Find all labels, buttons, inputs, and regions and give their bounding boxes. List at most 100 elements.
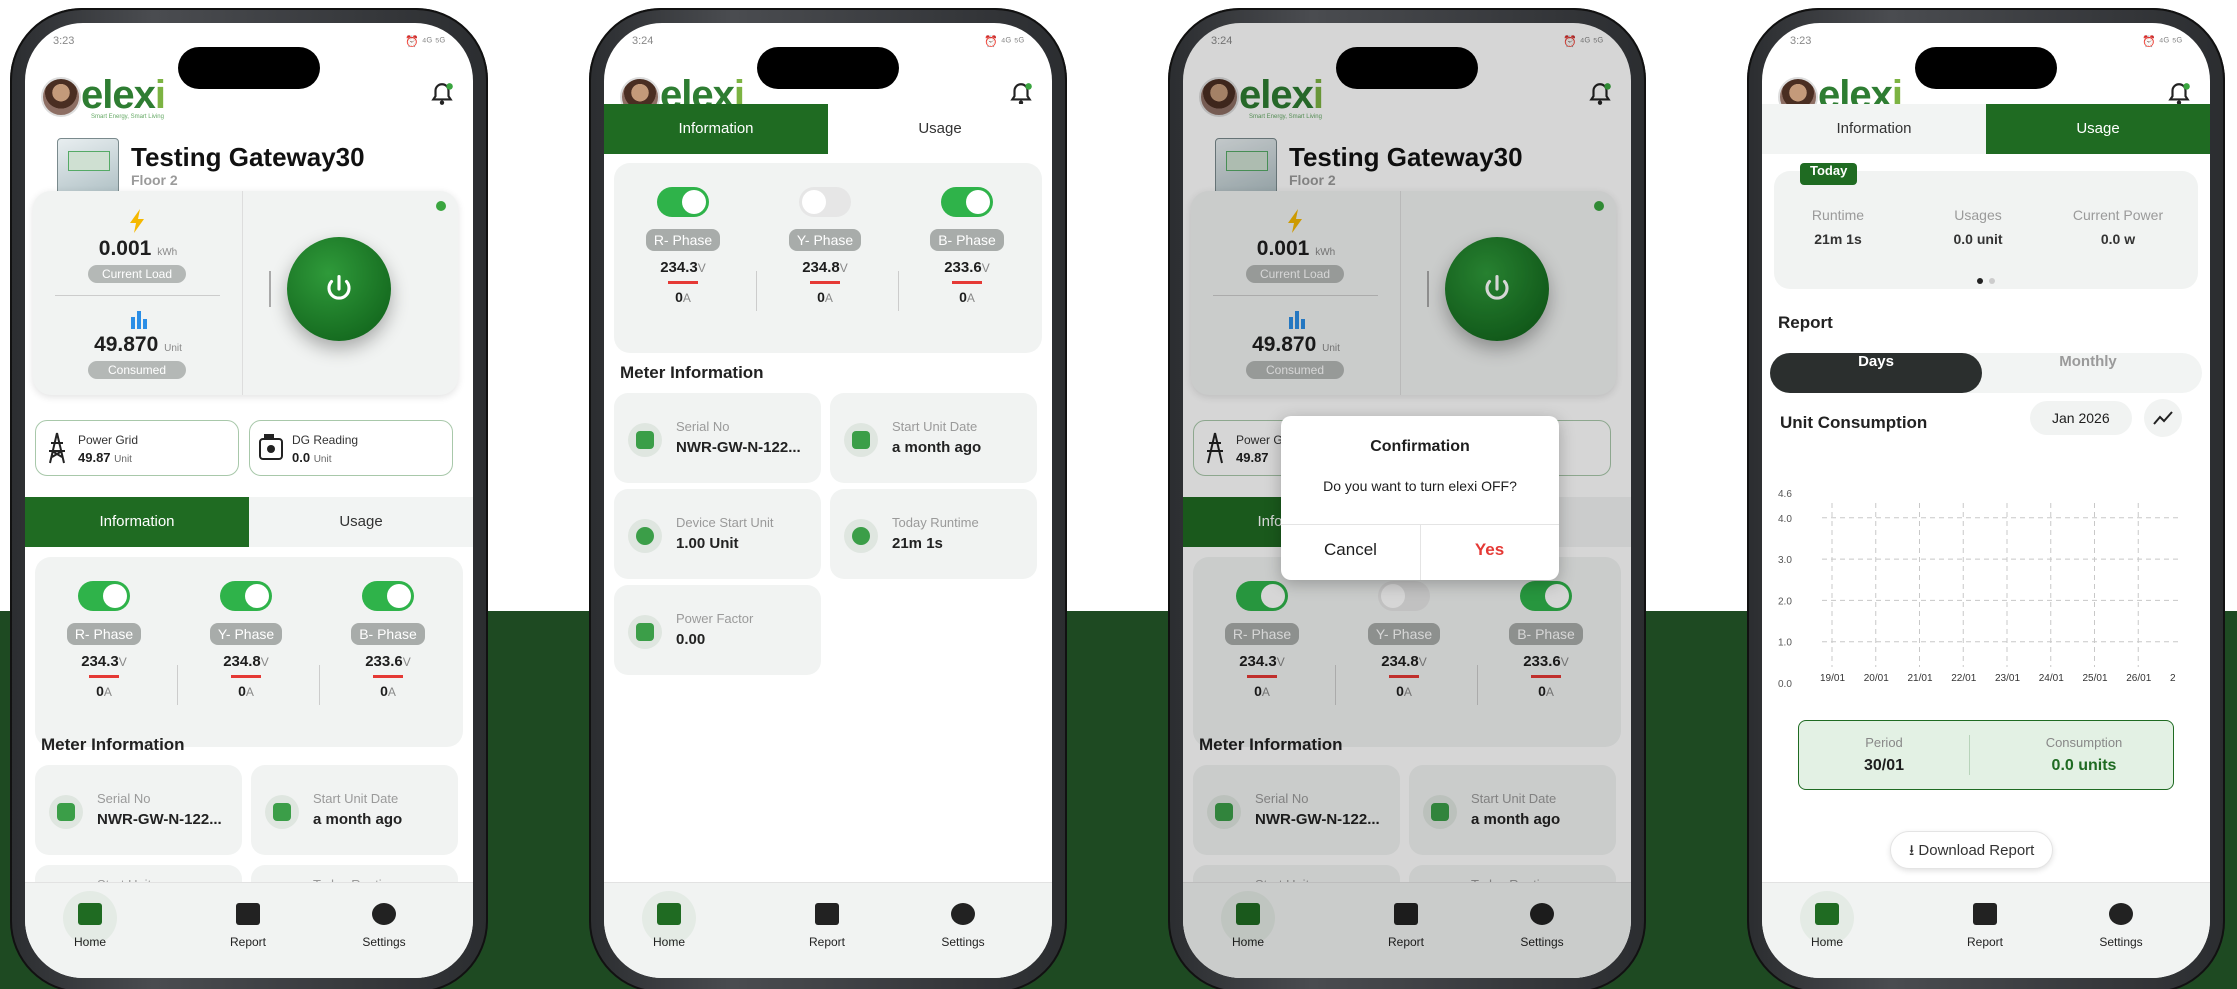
download-report-button[interactable]: ⭳ Download Report [1890,831,2054,869]
power-factor-card: Power Factor 0.00 [614,585,821,675]
y-tick-label: 4.0 [1778,514,1792,525]
y-tick-label: 0.0 [1778,679,1792,690]
notch [1915,47,2057,89]
today-runtime-card: Today Runtime 21m 1s [830,489,1037,579]
phase-r: R- Phase 234.3V 0A [618,187,748,305]
consumed-value: 49.870 Unit [94,333,182,356]
nav-report[interactable]: Report [782,903,872,949]
nav-settings[interactable]: Settings [918,903,1008,949]
y-tick-label: 1.0 [1778,638,1792,649]
bottom-nav: Home Report Settings [1762,882,2210,978]
phase-toggle[interactable] [220,581,272,611]
nav-report[interactable]: Report [1940,903,2030,949]
nav-settings[interactable]: Settings [339,903,429,949]
tab-information[interactable]: Information [25,497,249,547]
screen: 3:24⏰ ⁴ᴳ ⁵ᴳ elexi Smart Energy, Smart Li… [604,23,1052,978]
tab-information[interactable]: Information [1762,104,1986,154]
device-name: Testing Gateway30 [131,142,365,172]
notch [1336,47,1478,89]
tab-usage[interactable]: Usage [249,497,473,547]
nav-settings[interactable]: Settings [2076,903,2166,949]
x-tick-label: 26/01 [2126,673,2151,684]
y-tick-label: 2.0 [1778,596,1792,607]
meter-info-title: Meter Information [41,735,185,754]
dg-reading-card[interactable]: DG Reading 0.0 Unit [249,420,453,476]
tower-icon [49,432,65,464]
status-icons: ⏰ ⁴ᴳ ⁵ᴳ [404,36,445,48]
cancel-button[interactable]: Cancel [1281,540,1420,560]
gear-icon [2109,903,2133,925]
month-picker[interactable]: Jan 2026 [2030,401,2132,435]
tab-usage[interactable]: Usage [828,104,1052,154]
phase-toggle[interactable] [941,187,993,217]
logo: elexi [81,73,166,117]
tab-bar: Information Usage [604,104,1052,154]
power-icon [327,274,351,300]
report-title: Report [1778,313,1833,332]
lightning-icon [130,209,144,233]
x-tick-label: 25/01 [2083,673,2108,684]
gear-icon [951,903,975,925]
x-tick-label: 19/01 [1820,673,1845,684]
trend-button[interactable] [2144,399,2182,437]
start-date-card: Start Unit Date a month ago [830,393,1037,483]
report-icon [1973,903,1997,925]
period-segment: Days Monthly [1770,353,2202,393]
segment-days[interactable]: Days [1770,353,1982,393]
screen: 3:23⏰ ⁴ᴳ ⁵ᴳ elexi Smart Energy, Smart Li… [1762,23,2210,978]
screen: 3:23⏰ ⁴ᴳ ⁵ᴳ elexi Smart Energy, Smart Li… [25,23,473,978]
phase-toggle[interactable] [657,187,709,217]
report-icon [236,903,260,925]
dialog-title: Confirmation [1370,438,1470,455]
x-tick-label: 20/01 [1864,673,1889,684]
power-button[interactable] [287,237,391,341]
phone-usage: 3:23⏰ ⁴ᴳ ⁵ᴳ elexi Smart Energy, Smart Li… [1747,8,2225,989]
tab-information[interactable]: Information [604,104,828,154]
phase-card: R- Phase 234.3V 0A Y- Phase 234.8V 0A B-… [35,557,463,747]
tab-bar: Information Usage [1762,104,2210,154]
start-date-card: Start Unit Date a month ago [251,765,458,855]
y-tick-label: 3.0 [1778,555,1792,566]
bell-icon[interactable] [429,81,455,107]
consumed-label: Consumed [88,361,186,379]
phone-confirmation: 3:24 ⏰ ⁴ᴳ ⁵ᴳ elexi Smart Energy, Smart Li… [1168,8,1646,989]
online-indicator [436,201,446,211]
device-floor: Floor 2 [131,172,178,188]
phase-y: Y- Phase 234.8V 0A [181,581,311,699]
serial-card: Serial No NWR-GW-N-122... [35,765,242,855]
gear-icon [372,903,396,925]
device-header: Testing Gateway30 Floor 2 [57,138,453,218]
bottom-nav: Home Report Settings [25,882,473,978]
notch [757,47,899,89]
status-time: 3:23 [53,35,75,47]
nav-home[interactable]: Home [1782,891,1872,949]
meter-info-title: Meter Information [620,363,764,382]
nav-home[interactable]: Home [624,891,714,949]
avatar[interactable] [41,77,81,117]
load-card: 0.001 kWh Current Load 49.870 Unit Consu… [33,191,458,395]
segment-monthly[interactable]: Monthly [1982,353,2194,393]
divider [55,295,220,296]
device-start-card: Device Start Unit 1.00 Unit [614,489,821,579]
period-summary: Period 30/01 Consumption 0.0 units [1798,720,2174,790]
yes-button[interactable]: Yes [1420,540,1559,560]
phase-r: R- Phase 234.3V 0A [39,581,169,699]
nav-home[interactable]: Home [45,891,135,949]
divider [269,271,271,307]
home-icon [1815,903,1839,925]
home-icon [78,903,102,925]
trend-icon [2153,411,2173,425]
nav-report[interactable]: Report [203,903,293,949]
pager-dots[interactable] [1974,271,1998,289]
today-tag: Today [1800,163,1858,185]
generator-icon [259,434,283,460]
notch [178,47,320,89]
tab-usage[interactable]: Usage [1986,104,2210,154]
confirmation-dialog: Confirmation Do you want to turn elexi O… [1281,416,1559,580]
phase-toggle[interactable] [78,581,130,611]
phase-b: B- Phase 233.6V 0A [902,187,1032,305]
consumption-chart: 0.0 1.0 2.0 3.0 4.0 4.6 19/01 20/01 21/01 22/01 23… [1778,489,2182,690]
power-grid-card[interactable]: Power Grid 49.87 Unit [35,420,239,476]
phase-toggle[interactable] [799,187,851,217]
phase-toggle[interactable] [362,581,414,611]
